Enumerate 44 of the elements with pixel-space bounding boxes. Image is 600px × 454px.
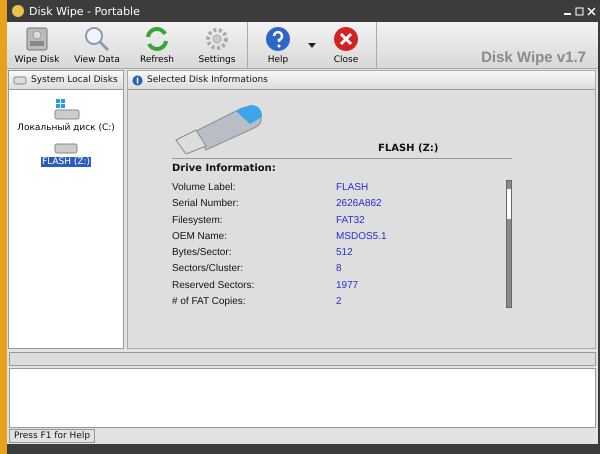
toolbar-button[interactable]: View Data	[67, 22, 127, 68]
field-label: Serial Number:	[172, 198, 240, 210]
toolbar-button[interactable]: Help	[248, 22, 308, 68]
close-icon[interactable]	[587, 6, 596, 16]
drive-icon	[53, 141, 79, 155]
field-value: FAT32	[336, 214, 366, 227]
maximize-icon[interactable]	[575, 6, 584, 16]
close-icon	[332, 25, 360, 53]
app-icon	[11, 4, 25, 18]
toolbar-button[interactable]: Close	[316, 22, 376, 68]
field-label: Volume Label:	[172, 182, 236, 194]
toolbar-button[interactable]: Settings	[187, 22, 247, 68]
field-value: 512	[336, 247, 354, 260]
field-value: 2626A862	[336, 198, 383, 210]
field-label: Reserved Sectors:	[172, 280, 256, 292]
scrollbar[interactable]	[506, 180, 512, 308]
panel-title: System Local Disks	[31, 75, 118, 85]
caret-icon[interactable]	[308, 42, 316, 48]
toolbar-button[interactable]: Wipe Disk	[7, 22, 67, 68]
field-value: MSDOS5.1	[336, 230, 388, 243]
gear-icon	[203, 25, 231, 53]
status-text: Press F1 for Help	[9, 429, 96, 443]
field-value: 2	[336, 296, 343, 308]
question-mark-icon	[264, 25, 292, 53]
field-label: OEM Name:	[172, 230, 228, 243]
window-title: Disk Wipe - Portable	[29, 4, 140, 18]
info-icon	[132, 74, 143, 86]
disks-icon	[13, 75, 27, 85]
drive-name: FLASH (Z:)	[378, 143, 438, 154]
toolbar-button[interactable]: Refresh	[127, 22, 187, 68]
field-value: 1977	[336, 280, 360, 292]
field-label: # of FAT Copies:	[172, 296, 247, 308]
field-label: Sectors/Cluster:	[172, 263, 244, 276]
disk-item[interactable]: Локальный диск (C:)	[9, 96, 123, 134]
refresh-icon	[143, 25, 171, 53]
disk-item[interactable]: FLASH (Z:)	[9, 140, 123, 168]
magnifier-icon	[83, 25, 111, 53]
section-heading: Drive Information:	[172, 163, 277, 174]
app-version-label: Disk Wipe v1.7	[481, 49, 587, 68]
field-value: 8	[336, 263, 343, 276]
panel-title: Selected Disk Informations	[147, 75, 268, 85]
field-label: Filesystem:	[172, 214, 224, 227]
field-label: Bytes/Sector:	[172, 247, 232, 260]
field-value: FLASH	[336, 182, 370, 194]
